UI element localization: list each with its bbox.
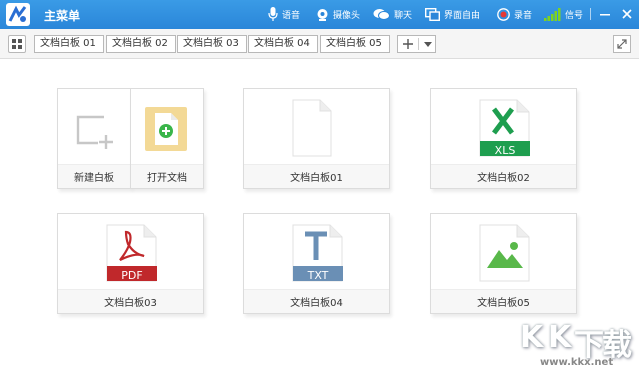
grid-view-button[interactable] (8, 35, 26, 53)
doc-board-05-card[interactable]: 文档白板05 (430, 213, 577, 314)
close-icon (622, 9, 632, 19)
minimize-icon (600, 14, 610, 16)
doc-board-01-card[interactable]: 文档白板01 (243, 88, 390, 189)
add-tab-divider (418, 38, 419, 50)
voice-button[interactable]: 语音 (268, 6, 300, 22)
tab-board-03[interactable]: 文档白板 03 (177, 35, 247, 53)
title-bar: 主菜单 语音 摄像头 聊天 界面自由 录音 信号 (0, 0, 639, 29)
pdf-type-label: PDF (121, 269, 143, 282)
window-layout-icon (425, 7, 440, 21)
tab-board-02[interactable]: 文档白板 02 (106, 35, 176, 53)
app-title: 主菜单 (44, 9, 81, 23)
watermark-url: www.kkx.net (540, 357, 614, 368)
expand-icon (617, 39, 627, 49)
doc-board-02-label: 文档白板02 (477, 173, 530, 184)
voice-label: 语音 (282, 10, 301, 21)
minimize-button[interactable] (598, 7, 612, 21)
grid-icon (12, 39, 22, 49)
doc-board-04-card[interactable]: TXT 文档白板04 (243, 213, 390, 314)
new-board-icon (76, 115, 113, 149)
chat-label: 聊天 (394, 10, 413, 21)
camera-label: 摄像头 (333, 10, 361, 21)
caret-down-icon[interactable] (423, 39, 433, 49)
watermark-char: K (520, 320, 544, 355)
doc-board-03-card[interactable]: PDF 文档白板03 (57, 213, 204, 314)
txt-type-label: TXT (307, 269, 329, 282)
blank-file-icon (292, 99, 332, 157)
new-board-card[interactable]: 新建白板 (57, 88, 131, 189)
app-logo-icon (6, 3, 30, 26)
titlebar-divider (590, 8, 591, 20)
open-document-card[interactable]: 打开文档 (130, 88, 204, 189)
doc-board-05-label: 文档白板05 (477, 298, 530, 309)
close-button[interactable] (620, 7, 634, 21)
doc-board-01-label: 文档白板01 (290, 173, 343, 184)
tab-board-05[interactable]: 文档白板 05 (320, 35, 390, 53)
open-document-label: 打开文档 (147, 173, 187, 184)
record-icon (497, 7, 510, 21)
chat-button[interactable]: 聊天 (373, 6, 412, 22)
doc-board-02-card[interactable]: XLS 文档白板02 (430, 88, 577, 189)
screen-free-button[interactable]: 界面自由 (425, 6, 480, 22)
xls-type-label: XLS (494, 144, 516, 157)
record-label: 录音 (514, 10, 533, 21)
signal-indicator: 信号 (544, 6, 583, 22)
tab-board-04[interactable]: 文档白板 04 (248, 35, 318, 53)
tab-board-01[interactable]: 文档白板 01 (34, 35, 104, 53)
doc-board-03-label: 文档白板03 (104, 298, 157, 309)
fullscreen-button[interactable] (613, 35, 631, 53)
image-file-icon (479, 224, 530, 282)
signal-label: 信号 (565, 10, 584, 21)
new-board-label: 新建白板 (74, 173, 114, 184)
chat-icon (373, 8, 390, 20)
open-document-icon (145, 107, 187, 151)
camera-button[interactable]: 摄像头 (316, 6, 360, 22)
watermark-char: K (548, 320, 572, 355)
board-tab-bar: 文档白板 01 文档白板 02 文档白板 03 文档白板 04 文档白板 05 (0, 29, 639, 59)
plus-icon (403, 39, 413, 49)
record-button[interactable]: 录音 (497, 6, 532, 22)
camera-icon (317, 8, 328, 21)
screen-free-label: 界面自由 (444, 10, 481, 21)
microphone-icon (268, 7, 278, 21)
add-tab-button[interactable] (397, 35, 436, 53)
doc-board-04-label: 文档白板04 (290, 298, 343, 309)
signal-icon (544, 7, 561, 21)
